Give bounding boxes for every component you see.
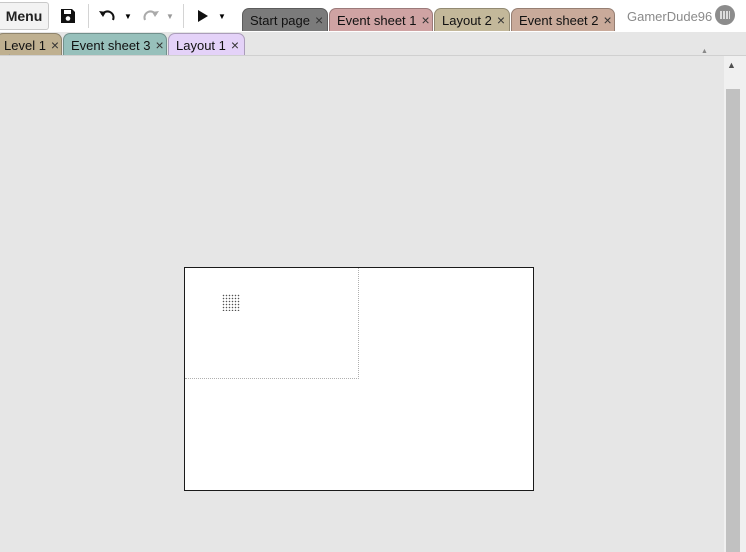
vertical-scrollbar[interactable]: ▲: [724, 56, 746, 552]
close-icon[interactable]: ×: [315, 13, 323, 27]
main-toolbar: Menu ▼ ▼ ▼ Start page × Event sheet 1 ×: [0, 0, 746, 32]
close-icon[interactable]: ×: [604, 13, 612, 27]
undo-icon[interactable]: [97, 5, 119, 27]
tab-label: Event sheet 1: [337, 12, 417, 28]
tab-label: Layout 2: [442, 12, 492, 28]
menu-button[interactable]: Menu: [0, 2, 49, 30]
toolbar-separator: [183, 4, 184, 28]
tab-event-sheet-3[interactable]: Event sheet 3 ×: [63, 33, 167, 56]
redo-dropdown-icon[interactable]: ▼: [165, 5, 175, 27]
scrollbar-thumb[interactable]: [726, 89, 740, 552]
close-icon[interactable]: ×: [497, 13, 505, 27]
close-icon[interactable]: ×: [231, 38, 239, 52]
tab-label: Layout 1: [176, 37, 226, 53]
scroll-up-arrow-icon[interactable]: ▲: [701, 48, 708, 55]
save-icon[interactable]: [58, 5, 78, 27]
ruler-mark-icon: ·: [8, 50, 11, 59]
layout-area[interactable]: [184, 267, 534, 491]
tab-label: Event sheet 2: [519, 12, 599, 28]
play-icon[interactable]: [195, 5, 211, 27]
sprite-object[interactable]: [222, 294, 240, 311]
tab-event-sheet-2[interactable]: Event sheet 2 ×: [511, 8, 615, 31]
scroll-up-icon[interactable]: ▲: [727, 60, 736, 70]
layout-editor-canvas[interactable]: [0, 56, 724, 552]
tab-label: Start page: [250, 12, 310, 28]
close-icon[interactable]: ×: [156, 38, 164, 52]
tab-layout-2[interactable]: Layout 2 ×: [434, 8, 510, 31]
redo-icon[interactable]: [139, 5, 161, 27]
close-icon[interactable]: ×: [422, 13, 430, 27]
tab-layout-1[interactable]: Layout 1 ×: [168, 33, 245, 56]
toolbar-separator: [88, 4, 89, 28]
undo-dropdown-icon[interactable]: ▼: [123, 5, 133, 27]
play-dropdown-icon[interactable]: ▼: [217, 5, 227, 27]
close-icon[interactable]: ×: [51, 38, 59, 52]
viewport-bounds: [185, 268, 359, 379]
tab-label: Event sheet 3: [71, 37, 151, 53]
tab-start-page[interactable]: Start page ×: [242, 8, 328, 31]
avatar[interactable]: [715, 5, 735, 25]
username[interactable]: GamerDude96: [627, 9, 712, 24]
tab-event-sheet-1[interactable]: Event sheet 1 ×: [329, 8, 433, 31]
avatar-icon: [720, 11, 730, 19]
